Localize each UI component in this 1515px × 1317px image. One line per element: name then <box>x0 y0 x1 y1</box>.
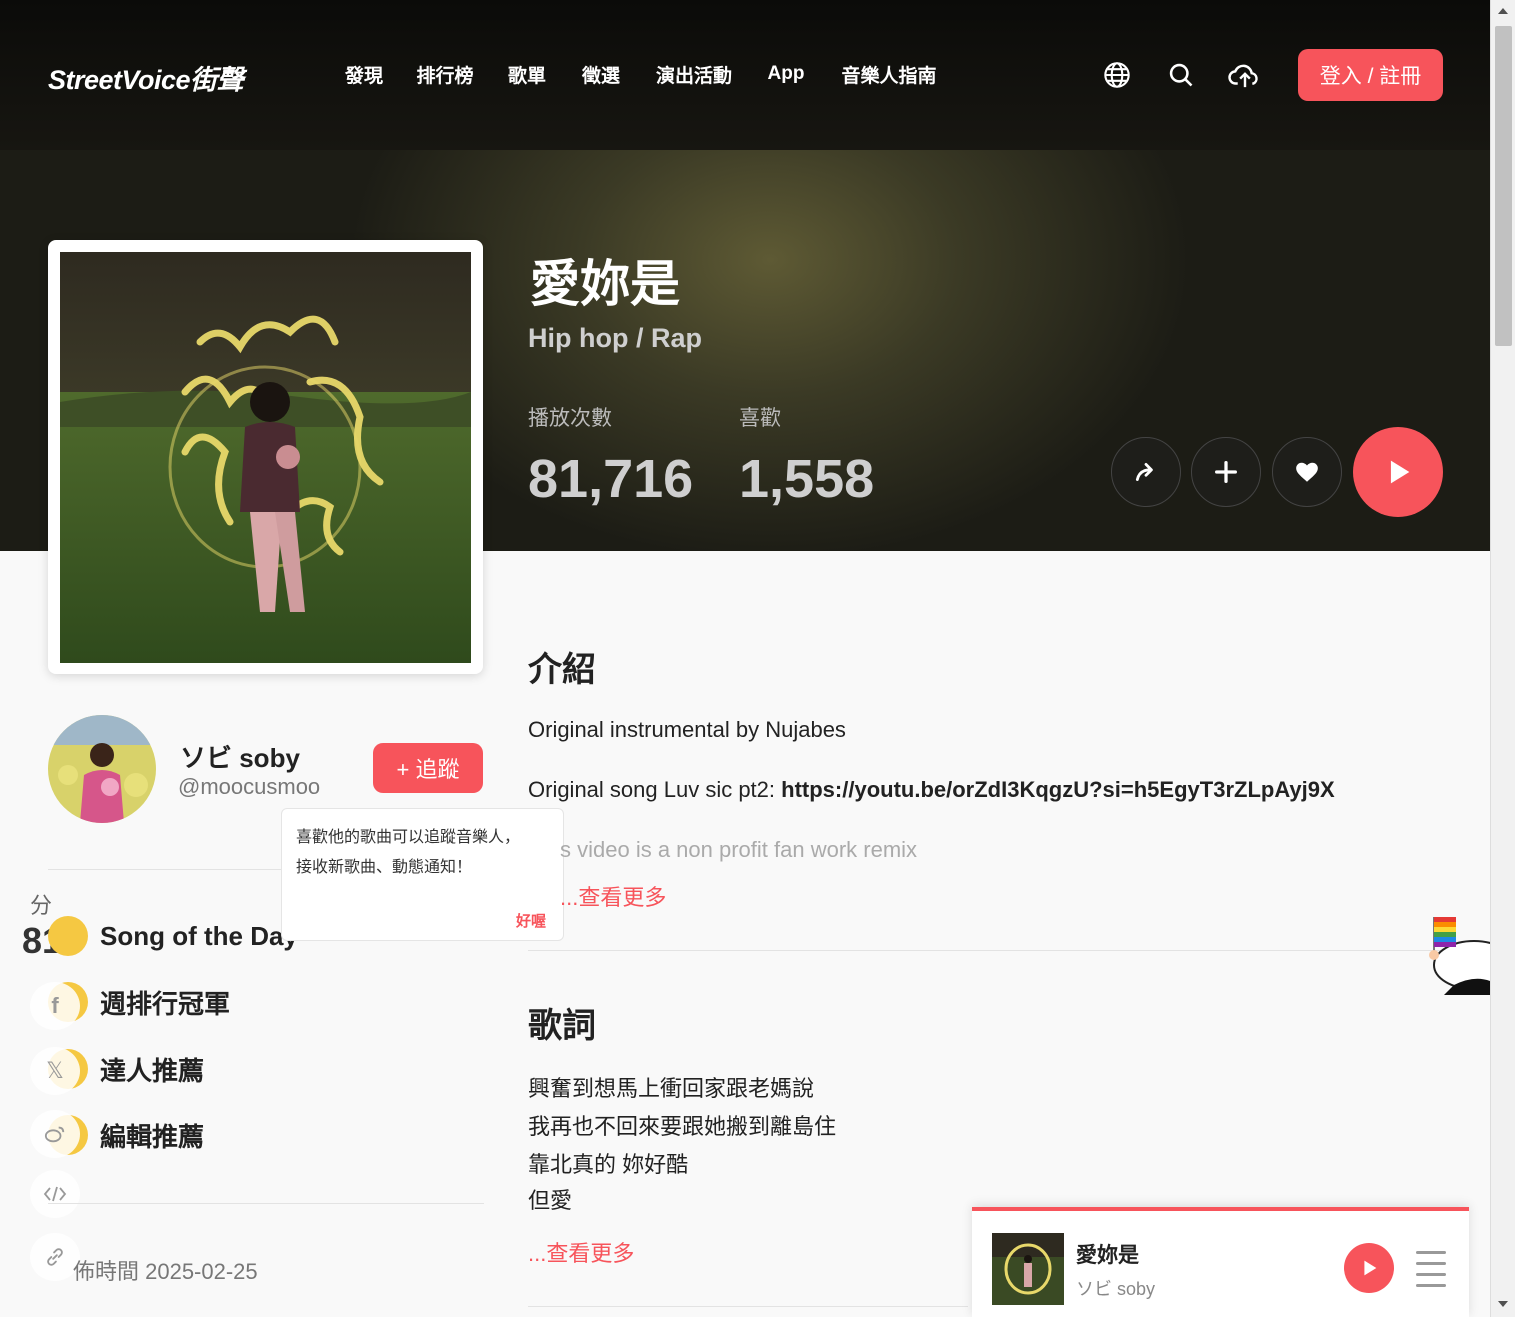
intro-heading: 介紹 <box>528 651 596 689</box>
lyrics-heading: 歌詞 <box>528 1007 596 1045</box>
globe-icon[interactable] <box>1085 46 1149 104</box>
lyric-line: 興奮到想馬上衝回家跟老媽說 <box>528 1076 815 1101</box>
nav-playlists[interactable]: 歌單 <box>490 44 564 104</box>
scroll-thumb[interactable] <box>1495 26 1512 346</box>
link-icon <box>47 1248 63 1266</box>
nav-app[interactable]: App <box>750 44 822 104</box>
intro-read-more[interactable]: ...查看更多 <box>560 880 666 912</box>
embed-button[interactable] <box>30 1170 80 1218</box>
heart-icon <box>1296 462 1318 482</box>
youtube-link[interactable]: https://youtu.be/orZdI3KqgzU?si=h5EgyT3r… <box>781 777 1335 802</box>
artist-avatar[interactable] <box>48 715 156 823</box>
x-share-button[interactable]: 𝕏 <box>30 1047 80 1095</box>
login-register-button[interactable]: 登入 / 註冊 <box>1298 49 1443 101</box>
release-date: 佈時間 2025-02-25 <box>73 1259 258 1284</box>
album-cover <box>60 252 471 663</box>
award-label: 週排行冠軍 <box>100 988 231 1019</box>
nav-events[interactable]: 演出活動 <box>638 44 750 104</box>
intro-text: Original instrumental by Nujabes <box>528 717 846 742</box>
weibo-share-button[interactable] <box>30 1110 80 1158</box>
nav-auditions[interactable]: 徵選 <box>564 44 638 104</box>
like-button[interactable] <box>1272 437 1342 507</box>
intro-text-faded: s video is a non profit fan work remix <box>560 837 918 862</box>
header-icons <box>1085 46 1277 104</box>
play-icon <box>1364 1260 1377 1276</box>
artist-name[interactable]: ソビ soby <box>180 738 300 775</box>
artist-handle: @moocusmoo <box>178 774 321 799</box>
player-queue-menu-icon[interactable] <box>1416 1247 1446 1291</box>
nav-charts[interactable]: 排行榜 <box>400 44 490 104</box>
tooltip-ok-button[interactable]: 好喔 <box>516 910 546 931</box>
award-label: Song of the Day <box>100 920 298 951</box>
likes-label: 喜歡 <box>739 407 781 430</box>
player-cover[interactable] <box>992 1233 1064 1305</box>
player-play-button[interactable] <box>1344 1243 1394 1293</box>
plays-label: 播放次數 <box>528 407 612 430</box>
facebook-icon: f <box>51 993 59 1018</box>
weibo-icon <box>44 1126 65 1143</box>
page-scrollbar[interactable] <box>1490 0 1515 1317</box>
scroll-up-arrow[interactable] <box>1498 8 1508 14</box>
lyric-line-faded: 但愛 <box>528 1188 573 1213</box>
award-editor-pick[interactable]: 編輯推薦 <box>48 1111 484 1159</box>
add-to-playlist-button[interactable] <box>1191 437 1261 507</box>
award-label: 編輯推薦 <box>100 1121 205 1152</box>
tooltip-line: 接收新歌曲、動態通知！ <box>296 859 473 876</box>
award-weekly-chart[interactable]: 週排行冠軍 <box>48 978 484 1026</box>
likes-count[interactable]: 1,558 <box>739 448 874 510</box>
medal-icon <box>48 916 88 956</box>
nav-musician-guide[interactable]: 音樂人指南 <box>822 44 956 104</box>
divider <box>528 950 1490 951</box>
facebook-share-button[interactable]: f <box>30 982 80 1030</box>
mascot-icon[interactable] <box>1414 905 1490 995</box>
follow-button[interactable]: + 追蹤 <box>373 743 483 793</box>
genre-tag[interactable]: Hip hop / Rap <box>528 323 702 354</box>
search-icon[interactable] <box>1149 46 1213 104</box>
code-icon <box>43 1186 67 1202</box>
plays-count: 81,716 <box>528 449 694 509</box>
mini-player: 愛妳是 ソビ soby <box>972 1207 1469 1317</box>
divider <box>528 1306 968 1307</box>
player-song-title[interactable]: 愛妳是 <box>1076 1239 1139 1269</box>
lyric-line: 靠北真的 妳好酷 <box>528 1152 689 1177</box>
nav-discover[interactable]: 發現 <box>328 44 400 104</box>
top-navbar: StreetVoice街聲 發現 排行榜 歌單 徵選 演出活動 App 音樂人指… <box>0 0 1490 150</box>
lyrics-read-more[interactable]: ...查看更多 <box>528 1236 634 1268</box>
lyric-line: 我再也不回來要跟她搬到離島住 <box>528 1114 837 1139</box>
song-title: 愛妳是 <box>530 256 680 312</box>
share-button[interactable] <box>1111 437 1181 507</box>
plus-icon <box>1215 461 1237 483</box>
cover-card <box>48 240 483 674</box>
streetvoice-logo[interactable]: StreetVoice街聲 <box>48 58 296 95</box>
intro-prefix: Original song Luv sic pt2: <box>528 777 782 802</box>
play-button[interactable] <box>1353 427 1443 517</box>
player-artist-name[interactable]: ソビ soby <box>1076 1275 1155 1301</box>
scroll-down-arrow[interactable] <box>1498 1301 1508 1307</box>
divider <box>48 1203 484 1204</box>
main-nav: 發現 排行榜 歌單 徵選 演出活動 App 音樂人指南 <box>328 44 956 104</box>
play-icon <box>1390 460 1410 484</box>
award-label: 達人推薦 <box>100 1055 205 1086</box>
intro-text: Original song Luv sic pt2: https://youtu… <box>528 777 1335 803</box>
x-icon: 𝕏 <box>46 1058 64 1083</box>
award-expert-pick[interactable]: 達人推薦 <box>48 1045 484 1093</box>
tooltip-line: 喜歡他的歌曲可以追蹤音樂人， <box>296 829 521 846</box>
upload-icon[interactable] <box>1213 46 1277 104</box>
share-arrow-icon <box>1135 463 1153 481</box>
